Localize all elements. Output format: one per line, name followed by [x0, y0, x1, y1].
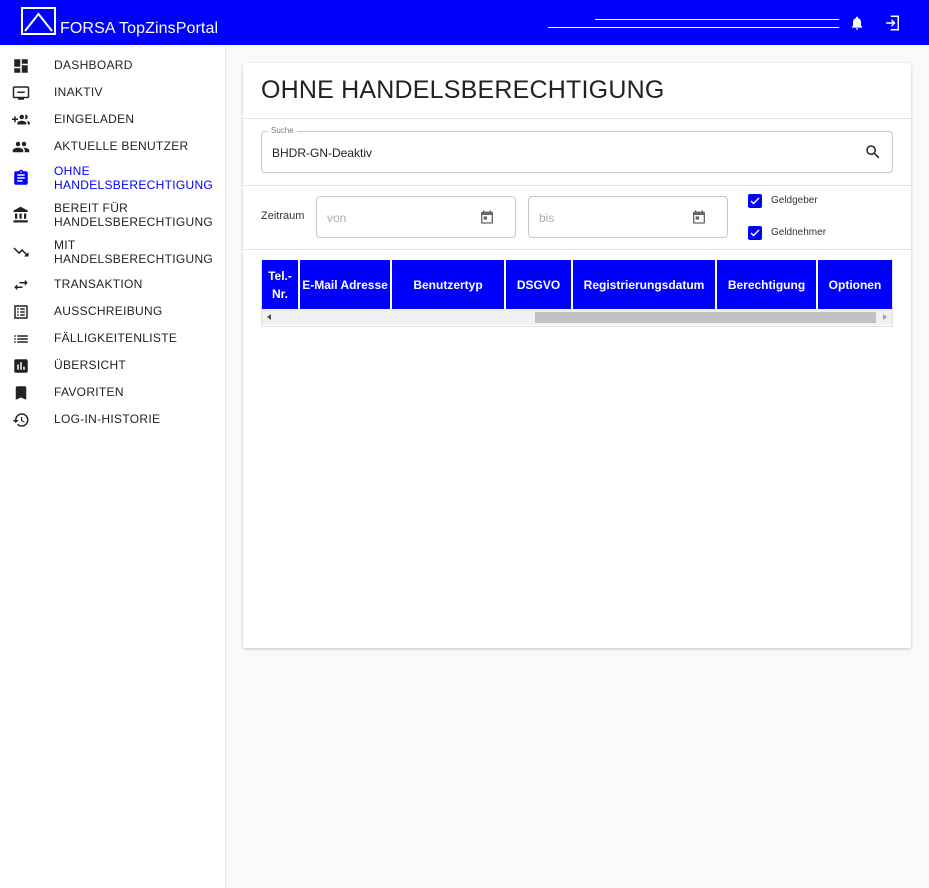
sidebar-item-ausschreibung[interactable]: AUSSCHREIBUNG	[0, 302, 226, 320]
date-to-placeholder: bis	[539, 211, 555, 225]
date-from-placeholder: von	[327, 211, 347, 225]
check-icon	[750, 197, 760, 205]
sidebar-item-label: FAVORITEN	[54, 385, 124, 399]
bar-chart-icon	[14, 359, 28, 373]
sidebar-item-dashboard[interactable]: DASHBOARD	[0, 56, 226, 74]
sidebar-item-label: AKTUELLE BENUTZER	[54, 139, 189, 153]
sidebar-item-bereit-fuer-handelsberechtigung[interactable]: BEREIT FÜR HANDELSBERECHTIGUNG	[0, 201, 226, 229]
sidebar-item-label: AUSSCHREIBUNG	[54, 304, 163, 318]
search-field[interactable]: Suche BHDR-GN-Deaktiv	[261, 126, 893, 173]
column-header-optionen[interactable]: Optionen	[818, 260, 892, 309]
page-title: OHNE HANDELSBERECHTIGUNG	[261, 76, 665, 104]
scroll-left-arrow-icon[interactable]	[264, 312, 274, 322]
divider	[243, 249, 911, 250]
history-icon	[12, 413, 29, 427]
column-header-berechtigung[interactable]: Berechtigung	[717, 260, 816, 309]
people-icon	[12, 141, 30, 153]
sidebar-item-label: TRANSAKTION	[54, 277, 143, 291]
top-app-bar: FORSA TopZinsPortal	[0, 0, 929, 45]
search-label: Suche	[268, 126, 297, 135]
header-underline	[595, 19, 839, 20]
checkbox-label: Geldnehmer	[771, 227, 827, 238]
header-underline	[548, 27, 839, 28]
bookmark-icon	[15, 386, 27, 400]
bell-icon	[851, 16, 863, 30]
notifications-button[interactable]	[849, 14, 865, 37]
sidebar-item-faelligkeitenliste[interactable]: FÄLLIGKEITENLISTE	[0, 329, 226, 347]
sidebar-item-label: INAKTIV	[54, 85, 103, 99]
scrollbar-thumb[interactable]	[535, 312, 876, 323]
swap-icon	[14, 279, 28, 291]
column-header-benutzertyp[interactable]: Benutzertyp	[392, 260, 504, 309]
list-alt-icon	[14, 305, 28, 319]
sidebar: DASHBOARD INAKTIV EINGELADEN AKTUELLE BE…	[0, 45, 226, 888]
checkbox-label: Geldgeber	[771, 195, 818, 206]
zeitraum-label: Zeitraum	[261, 210, 305, 222]
users-table: Tel.-Nr. E-Mail Adresse Benutzertyp DSGV…	[261, 260, 893, 327]
sidebar-item-label: DASHBOARD	[54, 58, 133, 72]
logout-icon	[886, 15, 899, 31]
bank-icon	[13, 206, 28, 223]
sidebar-item-label: OHNE HANDELSBERECHTIGUNG	[54, 164, 214, 192]
logout-button[interactable]	[884, 14, 902, 37]
calendar-icon[interactable]	[691, 209, 707, 225]
sidebar-item-mit-handelsberechtigung[interactable]: MIT HANDELSBERECHTIGUNG	[0, 238, 226, 266]
sidebar-item-log-in-historie[interactable]: LOG-IN-HISTORIE	[0, 410, 226, 428]
main-card: OHNE HANDELSBERECHTIGUNG Suche BHDR-GN-D…	[243, 63, 911, 648]
check-icon	[750, 229, 760, 237]
sidebar-item-uebersicht[interactable]: ÜBERSICHT	[0, 356, 226, 374]
sidebar-item-ohne-handelsberechtigung[interactable]: OHNE HANDELSBERECHTIGUNG	[0, 164, 226, 192]
logo[interactable]	[21, 7, 56, 35]
logo-roof-icon	[24, 12, 53, 32]
checkbox-geldgeber[interactable]: Geldgeber	[748, 193, 848, 209]
sidebar-item-aktuelle-benutzer[interactable]: AKTUELLE BENUTZER	[0, 137, 226, 155]
column-header-dsgvo[interactable]: DSGVO	[506, 260, 571, 309]
sidebar-item-label: FÄLLIGKEITENLISTE	[54, 331, 178, 345]
date-to-field[interactable]: bis	[528, 196, 728, 238]
sidebar-item-label: MIT HANDELSBERECHTIGUNG	[54, 238, 214, 266]
list-icon	[14, 335, 28, 343]
trending-down-icon	[13, 247, 29, 257]
dashboard-icon	[14, 59, 28, 73]
sidebar-item-label: EINGELADEN	[54, 112, 135, 126]
divider	[243, 185, 911, 186]
checkbox-box[interactable]	[748, 226, 762, 240]
brand-title: FORSA TopZinsPortal	[60, 20, 219, 37]
column-header-email[interactable]: E-Mail Adresse	[300, 260, 390, 309]
calendar-icon[interactable]	[479, 209, 495, 225]
checkbox-geldnehmer[interactable]: Geldnehmer	[748, 225, 848, 241]
sidebar-item-eingeladen[interactable]: EINGELADEN	[0, 110, 226, 128]
sidebar-item-label: BEREIT FÜR HANDELSBERECHTIGUNG	[54, 201, 214, 229]
sidebar-item-inaktiv[interactable]: INAKTIV	[0, 83, 226, 101]
search-input[interactable]: BHDR-GN-Deaktiv	[272, 146, 372, 160]
search-icon[interactable]	[864, 143, 882, 161]
sidebar-item-transaktion[interactable]: TRANSAKTION	[0, 275, 226, 293]
horizontal-scrollbar[interactable]	[262, 309, 892, 325]
column-header-registrierungsdatum[interactable]: Registrierungsdatum	[573, 260, 715, 309]
divider	[243, 118, 911, 119]
checkbox-box[interactable]	[748, 194, 762, 208]
scroll-right-arrow-icon[interactable]	[880, 312, 890, 322]
sidebar-item-label: LOG-IN-HISTORIE	[54, 412, 161, 426]
monitor-icon	[12, 86, 30, 100]
group-add-icon	[12, 114, 30, 125]
sidebar-item-label: ÜBERSICHT	[54, 358, 127, 372]
column-header-tel[interactable]: Tel.-Nr.	[262, 260, 298, 309]
clipboard-icon	[14, 169, 28, 185]
date-from-field[interactable]: von	[316, 196, 516, 238]
sidebar-item-favoriten[interactable]: FAVORITEN	[0, 383, 226, 401]
